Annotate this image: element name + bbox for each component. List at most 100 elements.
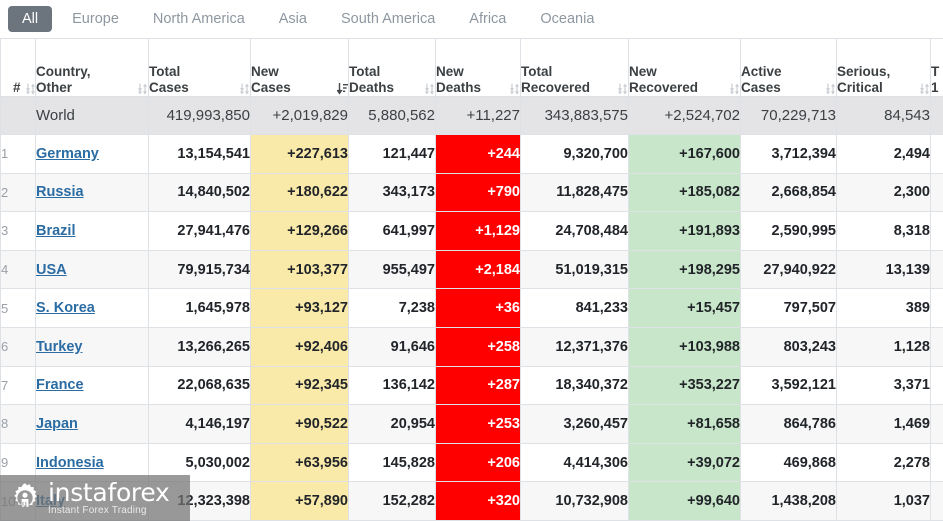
cell-index xyxy=(0,96,36,135)
cell-serious: 3,371 xyxy=(836,365,931,406)
cell-tot-per-1m xyxy=(930,134,943,174)
cell-new-recovered: +103,988 xyxy=(628,326,741,367)
header-line-2: Recovered xyxy=(521,80,591,96)
column-header-active-cases[interactable]: Active Cases xyxy=(740,38,837,97)
header-row: # Country, Other Total Cases New Cases Total Dea… xyxy=(0,38,943,97)
cell-total-cases: 419,993,850 xyxy=(148,96,251,135)
sort-toggle-icon[interactable] xyxy=(137,82,148,96)
cell-index: 1 xyxy=(0,134,36,174)
cell-country: Germany xyxy=(35,134,149,174)
cell-new-recovered: +81,658 xyxy=(628,404,741,444)
sort-toggle-icon[interactable] xyxy=(919,82,930,96)
tab-south-america[interactable]: South America xyxy=(327,6,449,33)
cell-total-deaths: 136,142 xyxy=(348,365,436,406)
cell-serious: 1,469 xyxy=(836,404,931,444)
cell-new-recovered: +15,457 xyxy=(628,288,741,328)
table-row: 6 Turkey 13,266,265 +92,406 91,646 +258 12,371… xyxy=(0,326,943,367)
sort-toggle-icon[interactable] xyxy=(617,82,628,96)
cell-new-recovered: +2,524,702 xyxy=(628,96,741,135)
column-header-tot-per-1m[interactable]: T1 xyxy=(930,38,943,97)
cell-total-cases: 12,323,398 xyxy=(148,481,251,521)
header-line-1: T xyxy=(931,64,940,80)
cell-total-deaths: 121,447 xyxy=(348,134,436,174)
cell-country: Turkey xyxy=(35,326,149,367)
cell-active-cases: 469,868 xyxy=(740,442,837,483)
cell-new-deaths: +36 xyxy=(435,288,521,328)
cell-serious: 84,543 xyxy=(836,96,931,135)
table-row: 7 France 22,068,635 +92,345 136,142 +287 18,34… xyxy=(0,365,943,406)
header-line-2: Deaths xyxy=(349,80,395,96)
country-link[interactable]: USA xyxy=(36,262,67,278)
sort-toggle-icon[interactable] xyxy=(239,82,250,96)
world-summary-row: World 419,993,850 +2,019,829 5,880,562 +11,2… xyxy=(0,96,943,135)
country-link[interactable]: Indonesia xyxy=(36,455,104,471)
tab-north-america[interactable]: North America xyxy=(139,6,259,33)
country-link[interactable]: Germany xyxy=(36,146,99,162)
cell-total-recovered: 12,371,376 xyxy=(520,326,629,367)
header-line-2: Other xyxy=(36,80,73,96)
tab-africa[interactable]: Africa xyxy=(455,6,520,33)
column-header-country[interactable]: Country, Other xyxy=(35,38,149,97)
cell-total-deaths: 343,173 xyxy=(348,172,436,213)
country-link[interactable]: Russia xyxy=(36,184,84,200)
cell-country: Italy xyxy=(35,481,149,521)
cell-new-deaths: +253 xyxy=(435,404,521,444)
column-header-total-recovered[interactable]: Total Recovered xyxy=(520,38,629,97)
cell-active-cases: 2,590,995 xyxy=(740,211,837,251)
cell-total-cases: 79,915,734 xyxy=(148,249,251,290)
cell-country: World xyxy=(35,96,149,135)
cell-new-recovered: +39,072 xyxy=(628,442,741,483)
cell-serious: 1,037 xyxy=(836,481,931,521)
sort-descending-icon[interactable] xyxy=(337,82,348,96)
column-header-total-deaths[interactable]: Total Deaths xyxy=(348,38,436,97)
cell-serious: 2,300 xyxy=(836,172,931,213)
sort-toggle-icon[interactable] xyxy=(25,82,36,96)
cell-index: 3 xyxy=(0,211,36,251)
country-link[interactable]: Brazil xyxy=(36,223,76,239)
cell-total-cases: 14,840,502 xyxy=(148,172,251,213)
cell-total-deaths: 145,828 xyxy=(348,442,436,483)
cell-active-cases: 797,507 xyxy=(740,288,837,328)
country-link[interactable]: France xyxy=(36,377,84,393)
header-line-1: Serious, xyxy=(837,64,891,80)
column-header-new-deaths[interactable]: New Deaths xyxy=(435,38,521,97)
header-line-2: # xyxy=(13,80,21,96)
cell-new-cases: +180,622 xyxy=(250,172,349,213)
sort-toggle-icon[interactable] xyxy=(729,82,740,96)
cell-total-cases: 1,645,978 xyxy=(148,288,251,328)
column-header-index[interactable]: # xyxy=(0,38,36,97)
column-header-serious[interactable]: Serious, Critical xyxy=(836,38,931,97)
table-header: # Country, Other Total Cases New Cases Total Dea… xyxy=(0,38,943,97)
column-header-total-cases[interactable]: Total Cases xyxy=(148,38,251,97)
cell-tot-per-1m xyxy=(930,96,943,135)
country-link[interactable]: Turkey xyxy=(36,339,82,355)
cell-active-cases: 27,940,922 xyxy=(740,249,837,290)
column-header-new-cases[interactable]: New Cases xyxy=(250,38,349,97)
continent-tab-bar: All Europe North America Asia South America A… xyxy=(0,0,943,38)
cell-tot-per-1m xyxy=(930,365,943,406)
cell-tot-per-1m xyxy=(930,288,943,328)
cell-total-recovered: 9,320,700 xyxy=(520,134,629,174)
sort-toggle-icon[interactable] xyxy=(825,82,836,96)
sort-toggle-icon[interactable] xyxy=(424,82,435,96)
column-header-new-recovered[interactable]: New Recovered xyxy=(628,38,741,97)
table-row: 2 Russia 14,840,502 +180,622 343,173 +790 11,8… xyxy=(0,172,943,213)
tab-all[interactable]: All xyxy=(8,5,53,33)
cell-new-deaths: +244 xyxy=(435,134,521,174)
cell-total-deaths: 7,238 xyxy=(348,288,436,328)
cell-total-deaths: 20,954 xyxy=(348,404,436,444)
cell-active-cases: 3,592,121 xyxy=(740,365,837,406)
header-line-2: Cases xyxy=(741,80,781,96)
tab-europe[interactable]: Europe xyxy=(58,6,133,33)
tab-asia[interactable]: Asia xyxy=(265,6,321,33)
sort-toggle-icon[interactable] xyxy=(509,82,520,96)
country-link[interactable]: S. Korea xyxy=(36,300,95,316)
cell-total-cases: 22,068,635 xyxy=(148,365,251,406)
table-row: 5 S. Korea 1,645,978 +93,127 7,238 +36 841,233… xyxy=(0,288,943,328)
tab-oceania[interactable]: Oceania xyxy=(526,6,608,33)
country-link[interactable]: Italy xyxy=(36,493,65,509)
covid-statistics-table: # Country, Other Total Cases New Cases Total Dea… xyxy=(0,38,943,521)
cell-total-recovered: 11,828,475 xyxy=(520,172,629,213)
country-link[interactable]: Japan xyxy=(36,416,78,432)
cell-total-cases: 13,154,541 xyxy=(148,134,251,174)
